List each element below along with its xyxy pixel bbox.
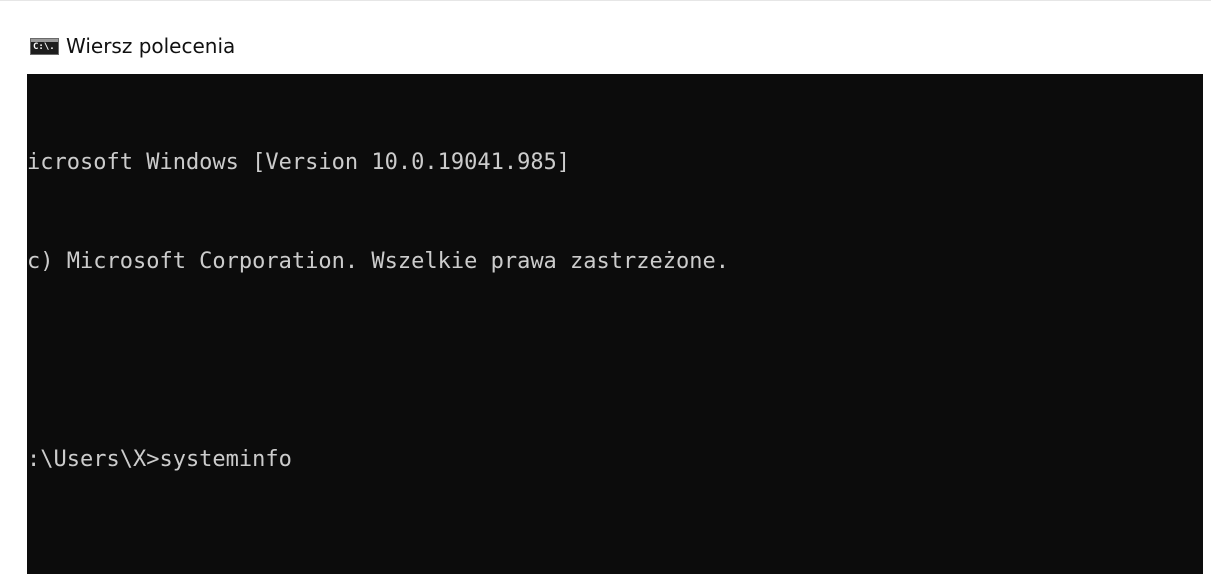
console-line-prompt: :\Users\X>systeminfo	[27, 447, 292, 472]
console-line-copyright: c) Microsoft Corporation. Wszelkie prawa…	[27, 249, 729, 274]
command-prompt-window: C:\. Wiersz polecenia icrosoft Windows […	[0, 0, 1211, 586]
console-text: icrosoft Windows [Version 10.0.19041.985…	[27, 80, 729, 542]
command-prompt-icon[interactable]: C:\.	[30, 38, 59, 55]
icon-glyph-text: C:\.	[33, 42, 55, 52]
console-line-version: icrosoft Windows [Version 10.0.19041.985…	[27, 150, 571, 175]
console-output-area[interactable]: icrosoft Windows [Version 10.0.19041.985…	[27, 74, 1203, 574]
title-bar[interactable]: C:\. Wiersz polecenia	[0, 0, 1211, 74]
console-line-blank	[27, 344, 729, 377]
window-title: Wiersz polecenia	[66, 34, 236, 58]
